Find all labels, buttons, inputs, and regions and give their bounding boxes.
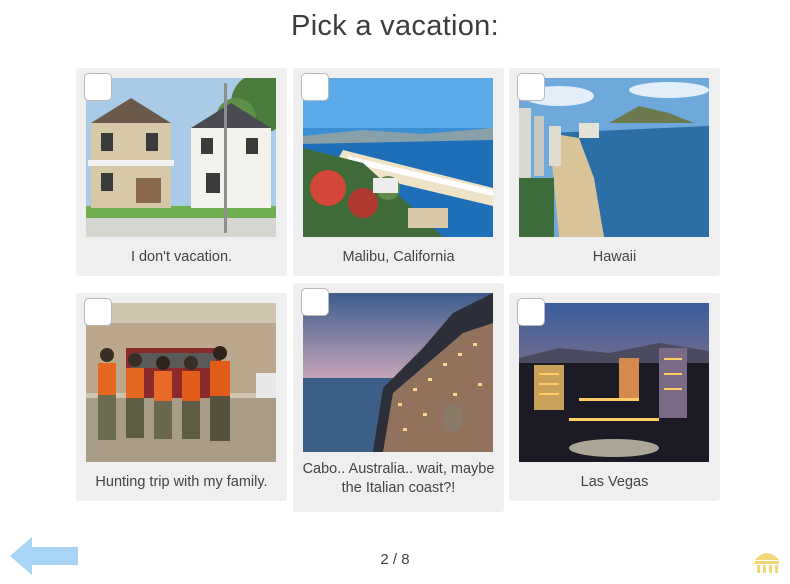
option-checkbox[interactable]: [301, 288, 329, 316]
option-card-italian-coast[interactable]: Cabo.. Australia.. wait, maybe the Itali…: [293, 283, 504, 512]
option-card-house[interactable]: I don't vacation.: [76, 68, 287, 276]
option-checkbox[interactable]: [84, 73, 112, 101]
option-label: Hunting trip with my family.: [95, 474, 268, 490]
option-card-malibu[interactable]: Malibu, California: [293, 68, 504, 276]
hunting-group-photo: [86, 303, 276, 462]
suburban-house-photo: [86, 78, 276, 237]
option-label: Las Vegas: [580, 474, 649, 490]
option-label: Malibu, California: [342, 249, 455, 265]
option-label: I don't vacation.: [130, 249, 233, 265]
page-title: Pick a vacation:: [291, 10, 499, 42]
option-checkbox[interactable]: [301, 73, 329, 101]
italian-coast-photo: [303, 293, 493, 452]
option-card-hunting[interactable]: Hunting trip with my family.: [76, 293, 287, 501]
option-card-hawaii[interactable]: Hawaii: [509, 68, 720, 276]
option-checkbox[interactable]: [517, 73, 545, 101]
las-vegas-night-photo: [519, 303, 709, 462]
options-grid: I don't vacation. Malibu, California Haw…: [76, 68, 720, 513]
option-label: Hawaii: [592, 249, 637, 265]
option-label: Cabo.. Australia.. wait, maybe the Itali…: [302, 461, 495, 496]
option-card-las-vegas[interactable]: Las Vegas: [509, 293, 720, 501]
option-checkbox[interactable]: [84, 298, 112, 326]
option-checkbox[interactable]: [517, 298, 545, 326]
malibu-coast-photo: [303, 78, 493, 237]
progress-indicator: 2 / 8: [380, 551, 410, 568]
hawaii-beach-photo: [519, 78, 709, 237]
brand-logo-icon: [752, 546, 782, 576]
